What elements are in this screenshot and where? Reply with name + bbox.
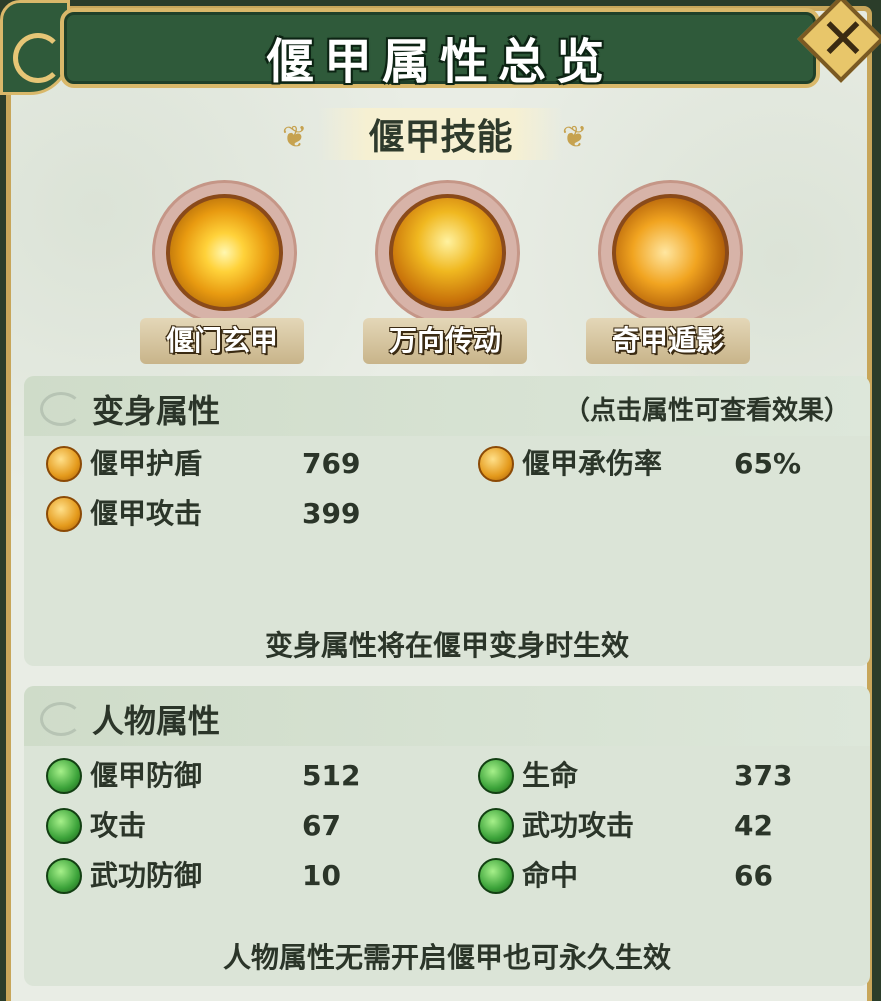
skill-qijia-dunying[interactable]: 奇甲遁影 bbox=[578, 180, 758, 365]
cloud-right-icon: ❦ bbox=[562, 120, 588, 155]
panel-header: 变身属性 （点击属性可查看效果） bbox=[24, 376, 870, 436]
panel-header: 人物属性 bbox=[24, 686, 870, 746]
title-bar: 偃甲属性总览 ✕ bbox=[0, 0, 881, 98]
skill-label: 万向传动 bbox=[363, 318, 527, 364]
gold-coin-icon bbox=[478, 446, 514, 482]
stat-wugong-fangyu[interactable]: 武功防御 10 bbox=[46, 854, 426, 898]
character-attributes-panel: 人物属性 偃甲防御 512 攻击 67 武功防御 10 生命 373 武功攻击 … bbox=[24, 686, 870, 986]
skill-wanxiang-chuandong[interactable]: 万向传动 bbox=[355, 180, 535, 365]
green-orb-icon bbox=[478, 858, 514, 894]
stat-name: 攻击 bbox=[90, 809, 147, 842]
speed-boot-icon bbox=[612, 194, 729, 311]
stat-shengming[interactable]: 生命 373 bbox=[478, 754, 858, 798]
transform-attributes-panel: 变身属性 （点击属性可查看效果） 偃甲护盾 769 偃甲攻击 399 偃甲承伤率… bbox=[24, 376, 870, 666]
skills-title: 偃甲技能 bbox=[318, 108, 563, 160]
character-note: 人物属性无需开启偃甲也可永久生效 bbox=[222, 941, 671, 974]
stat-value: 512 bbox=[302, 759, 361, 792]
stat-value: 42 bbox=[734, 809, 773, 842]
stat-yanjia-fangyu[interactable]: 偃甲防御 512 bbox=[46, 754, 426, 798]
stat-yanjia-hudun[interactable]: 偃甲护盾 769 bbox=[46, 442, 426, 486]
panel-title: 变身属性 bbox=[92, 392, 221, 430]
stat-name: 偃甲防御 bbox=[90, 759, 203, 792]
panel-title: 人物属性 bbox=[92, 702, 221, 740]
window-title: 偃甲属性总览 bbox=[265, 34, 614, 90]
skill-label: 奇甲遁影 bbox=[586, 318, 750, 364]
stat-value: 769 bbox=[302, 447, 361, 480]
stat-value: 67 bbox=[302, 809, 341, 842]
stat-value: 399 bbox=[302, 497, 361, 530]
stat-value: 65% bbox=[734, 447, 802, 480]
stat-name: 生命 bbox=[522, 759, 579, 792]
green-orb-icon bbox=[46, 808, 82, 844]
skill-yanmen-xuanjia[interactable]: 偃门玄甲 bbox=[132, 180, 312, 365]
golden-shield-burst-icon bbox=[166, 194, 283, 311]
close-button[interactable]: ✕ bbox=[797, 0, 881, 105]
transform-note: 变身属性将在偃甲变身时生效 bbox=[264, 629, 629, 662]
skill-label: 偃门玄甲 bbox=[140, 318, 304, 364]
stat-wugong-gongji[interactable]: 武功攻击 42 bbox=[478, 804, 858, 848]
green-orb-icon bbox=[46, 858, 82, 894]
stat-name: 命中 bbox=[522, 859, 579, 892]
stat-name: 武功攻击 bbox=[522, 809, 635, 842]
stat-name: 武功防御 bbox=[90, 859, 203, 892]
swirl-ornament-icon bbox=[13, 33, 63, 83]
stat-value: 66 bbox=[734, 859, 773, 892]
title-plate: 偃甲属性总览 bbox=[60, 8, 820, 90]
green-orb-icon bbox=[478, 808, 514, 844]
mech-gear-figure-icon bbox=[389, 194, 506, 311]
stat-value: 373 bbox=[734, 759, 793, 792]
stat-value: 10 bbox=[302, 859, 341, 892]
gold-coin-icon bbox=[46, 446, 82, 482]
stat-mingzhong[interactable]: 命中 66 bbox=[478, 854, 858, 898]
stat-name: 偃甲攻击 bbox=[90, 497, 203, 530]
green-orb-icon bbox=[46, 758, 82, 794]
panel-hint: （点击属性可查看效果） bbox=[563, 396, 850, 426]
swirl-icon bbox=[40, 702, 82, 736]
green-orb-icon bbox=[478, 758, 514, 794]
stat-name: 偃甲护盾 bbox=[90, 447, 203, 480]
stat-name: 偃甲承伤率 bbox=[522, 447, 663, 480]
swirl-icon bbox=[40, 392, 82, 426]
stat-yanjia-gongji[interactable]: 偃甲攻击 399 bbox=[46, 492, 426, 536]
close-icon: ✕ bbox=[819, 7, 867, 72]
stat-yanjia-chengshanglv[interactable]: 偃甲承伤率 65% bbox=[478, 442, 858, 486]
stat-gongji[interactable]: 攻击 67 bbox=[46, 804, 426, 848]
gold-coin-icon bbox=[46, 496, 82, 532]
skills-header: 偃甲技能 bbox=[0, 108, 881, 160]
